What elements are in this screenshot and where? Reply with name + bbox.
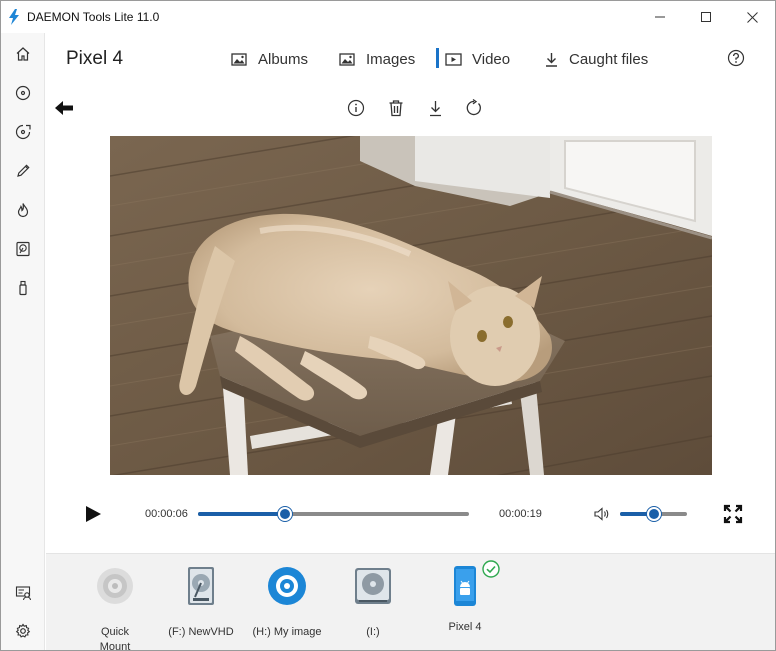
app-window: DAEMON Tools Lite 11.0 Pixel 4 Albums Im… xyxy=(0,0,776,651)
quick-mount-icon xyxy=(97,568,133,604)
drive-pixel-4[interactable]: Pixel 4 xyxy=(422,560,508,635)
usb-drive-icon xyxy=(19,280,27,296)
sidebar-item-image-editor[interactable] xyxy=(1,114,45,150)
download-icon xyxy=(546,52,557,67)
drives-panel: Quick Mount (F:) NewVHD (H:) My image (I… xyxy=(46,553,775,651)
drive-label: (H:) My image xyxy=(252,626,322,638)
maximize-button[interactable] xyxy=(683,1,729,33)
drive-label: (I:) xyxy=(366,626,380,638)
tab-images-label: Images xyxy=(366,50,416,68)
info-button[interactable] xyxy=(345,97,367,119)
daemon-tools-logo-icon xyxy=(9,9,19,25)
tab-video-label: Video xyxy=(472,50,511,68)
active-tab-indicator xyxy=(436,48,439,68)
rotate-icon xyxy=(466,99,481,116)
maximize-icon xyxy=(701,12,711,22)
window-title: DAEMON Tools Lite 11.0 xyxy=(27,10,160,24)
tab-caught-files[interactable]: Caught files xyxy=(544,48,648,70)
android-phone-wrapper xyxy=(445,560,500,606)
drive-label: Pixel 4 xyxy=(448,621,482,633)
minimize-icon xyxy=(655,16,665,18)
license-icon xyxy=(15,586,31,601)
album-icon xyxy=(231,52,247,66)
gear-icon xyxy=(15,623,31,638)
sidebar xyxy=(1,33,45,650)
sidebar-item-usb[interactable] xyxy=(1,270,45,306)
device-title: Pixel 4 xyxy=(66,48,124,69)
volume-icon[interactable] xyxy=(594,507,610,521)
sidebar-item-disc[interactable] xyxy=(1,75,45,111)
connected-check-icon xyxy=(482,560,500,578)
total-time: 00:00:19 xyxy=(499,508,542,520)
play-icon xyxy=(86,506,101,522)
download-button[interactable] xyxy=(424,97,446,119)
back-arrow-icon[interactable] xyxy=(53,98,75,118)
disc-icon xyxy=(15,85,31,101)
close-icon xyxy=(746,11,758,23)
title-bar: DAEMON Tools Lite 11.0 xyxy=(1,1,775,33)
blue-disc-icon xyxy=(268,567,306,605)
pencil-icon xyxy=(17,164,30,177)
video-icon xyxy=(445,52,462,66)
optical-drive-icon xyxy=(355,568,391,604)
info-icon xyxy=(347,99,365,117)
drive-quick-mount[interactable]: Quick Mount xyxy=(72,566,158,651)
volume-handle[interactable] xyxy=(646,507,661,521)
home-icon xyxy=(16,47,30,61)
sidebar-item-license[interactable] xyxy=(1,575,45,611)
android-phone-icon xyxy=(454,566,476,606)
help-icon[interactable] xyxy=(726,48,746,68)
drive-my-image[interactable]: (H:) My image xyxy=(244,566,330,640)
image-icon xyxy=(339,52,355,66)
volume-slider[interactable] xyxy=(620,507,687,521)
drive-label: (F:) NewVHD xyxy=(168,626,234,638)
sidebar-item-burn[interactable] xyxy=(1,192,45,228)
drive-i[interactable]: (I:) xyxy=(330,566,416,640)
seek-handle[interactable] xyxy=(277,507,292,521)
sidebar-item-vhd[interactable] xyxy=(1,231,45,267)
tab-video[interactable]: Video xyxy=(436,48,511,70)
image-disc-icon xyxy=(15,124,31,140)
download-icon xyxy=(429,100,441,116)
drive-label: Quick Mount xyxy=(99,626,131,651)
fullscreen-icon[interactable] xyxy=(723,504,743,524)
sidebar-item-write[interactable] xyxy=(1,153,45,189)
virtual-hdd-icon xyxy=(16,241,30,257)
rotate-button[interactable] xyxy=(463,97,485,119)
seek-progress xyxy=(198,512,285,516)
close-button[interactable] xyxy=(729,1,775,33)
current-time: 00:00:06 xyxy=(145,508,188,520)
sidebar-item-home[interactable] xyxy=(1,36,45,72)
seek-slider[interactable] xyxy=(198,507,469,521)
flame-icon xyxy=(17,203,29,218)
hdd-icon xyxy=(188,567,214,605)
delete-button[interactable] xyxy=(385,97,407,119)
sidebar-item-settings[interactable] xyxy=(1,613,45,649)
tab-caught-files-label: Caught files xyxy=(569,50,649,68)
tab-albums[interactable]: Albums xyxy=(231,48,308,70)
video-frame[interactable] xyxy=(110,136,712,475)
tab-albums-label: Albums xyxy=(258,50,309,68)
drive-newvhd[interactable]: (F:) NewVHD xyxy=(158,566,244,640)
play-button[interactable] xyxy=(83,504,103,524)
trash-icon xyxy=(389,100,403,117)
tab-images[interactable]: Images xyxy=(339,48,415,70)
minimize-button[interactable] xyxy=(637,1,683,33)
